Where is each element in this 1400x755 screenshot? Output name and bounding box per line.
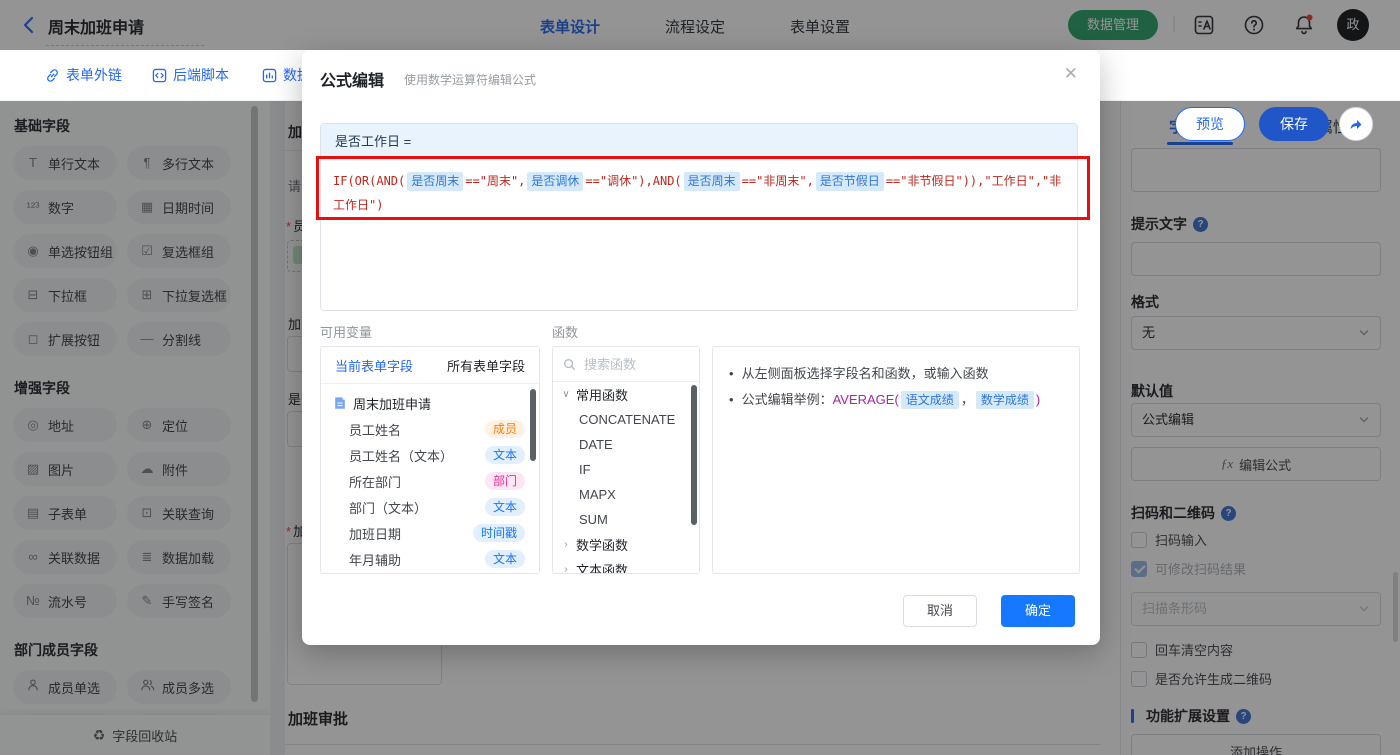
variables-panel: 当前表单字段 所有表单字段 周末加班申请 员工姓名成员 员工姓名（文本）文本 所… [320, 346, 540, 574]
function-item[interactable]: DATE [553, 432, 699, 457]
variable-row[interactable]: 部门（文本）文本 [321, 494, 539, 520]
search-icon [563, 358, 576, 371]
confirm-button[interactable]: 确定 [1001, 595, 1075, 627]
link-icon [45, 68, 60, 83]
variables-label: 可用变量 [320, 322, 372, 341]
function-group-math[interactable]: ›数学函数 [553, 532, 699, 557]
modal-title: 公式编辑 [320, 67, 384, 91]
type-badge: 时间戳 [473, 524, 525, 542]
type-badge: 成员 [485, 420, 525, 438]
formula-help-panel: •从左侧面板选择字段名和函数，或输入函数 • 公式编辑举例：AVERAGE(语文… [712, 346, 1080, 574]
chevron-down-icon: ∨ [561, 389, 571, 400]
share-arrow-icon [1348, 116, 1364, 132]
close-icon[interactable]: ✕ [1064, 64, 1078, 84]
function-item[interactable]: SUM [553, 507, 699, 532]
field-token[interactable]: 是否周末 [407, 172, 463, 191]
chevron-right-icon: › [561, 539, 571, 550]
function-item[interactable]: IF [553, 457, 699, 482]
function-item[interactable]: MAPX [553, 482, 699, 507]
backend-script-link[interactable]: 后端脚本 [152, 65, 229, 85]
cancel-button[interactable]: 取消 [903, 595, 977, 627]
type-badge: 文本 [485, 498, 525, 516]
variable-row[interactable]: 所在部门部门 [321, 468, 539, 494]
modal-overlay[interactable] [0, 0, 1400, 50]
formula-line-2: 工作日") [333, 193, 1065, 217]
tab-current-form-fields[interactable]: 当前表单字段 [335, 356, 413, 375]
help-line-2: • 公式编辑举例：AVERAGE(语文成绩，数学成绩) [729, 387, 1063, 413]
function-item[interactable]: CONCATENATE [553, 407, 699, 432]
preview-button[interactable]: 预览 [1175, 107, 1245, 141]
field-token[interactable]: 是否周末 [684, 172, 740, 191]
variables-tabs: 当前表单字段 所有表单字段 [321, 347, 539, 384]
chevron-right-icon: › [561, 564, 571, 574]
formula-target-header: 是否工作日 = [321, 124, 1077, 160]
code-icon [152, 68, 167, 83]
type-badge: 部门 [485, 472, 525, 490]
formula-editor[interactable]: 是否工作日 = IF(OR(AND(是否周末=="周末",是否调休=="调休")… [320, 123, 1078, 311]
formula-line-1: IF(OR(AND(是否周末=="周末",是否调休=="调休"),AND(是否周… [333, 169, 1065, 193]
function-search[interactable] [553, 347, 699, 382]
share-button[interactable] [1339, 107, 1373, 141]
formula-editor-modal: 公式编辑 使用数学运算符编辑公式 ✕ 是否工作日 = IF(OR(AND(是否周… [302, 50, 1100, 645]
form-file-icon [333, 396, 347, 410]
variable-row[interactable]: 员工姓名（文本）文本 [321, 442, 539, 468]
example-field-token: 语文成绩 [901, 391, 959, 409]
formula-body[interactable]: IF(OR(AND(是否周末=="周末",是否调休=="调休"),AND(是否周… [321, 160, 1077, 226]
variable-row[interactable]: 年月辅助文本 [321, 546, 539, 572]
variable-row[interactable]: 加班日期时间戳 [321, 520, 539, 546]
save-button[interactable]: 保存 [1259, 107, 1329, 141]
type-badge: 文本 [485, 446, 525, 464]
form-external-link[interactable]: 表单外链 [45, 65, 122, 85]
modal-subtitle: 使用数学运算符编辑公式 [404, 71, 536, 88]
variable-row[interactable]: 员工姓名成员 [321, 416, 539, 442]
functions-label: 函数 [552, 322, 578, 341]
functions-panel: ∨常用函数 CONCATENATE DATE IF MAPX SUM ›数学函数… [552, 346, 700, 574]
example-field-token: 数学成绩 [976, 391, 1034, 409]
field-token[interactable]: 是否节假日 [816, 172, 884, 191]
function-group-text[interactable]: ›文本函数 [553, 557, 699, 574]
variables-scrollbar[interactable] [530, 389, 536, 461]
help-line-1: •从左侧面板选择字段名和函数，或输入函数 [729, 361, 1063, 387]
field-token[interactable]: 是否调休 [527, 172, 583, 191]
functions-scrollbar[interactable] [691, 385, 697, 525]
data-permission-icon [262, 68, 277, 83]
variables-root-node[interactable]: 周末加班申请 [321, 390, 539, 416]
tab-all-form-fields[interactable]: 所有表单字段 [447, 356, 525, 375]
function-group-common[interactable]: ∨常用函数 [553, 382, 699, 407]
app-window: 周末加班申请 表单设计 流程设定 表单设置 数据管理 | [0, 0, 1400, 755]
function-search-input[interactable] [582, 356, 686, 373]
example-function-name: AVERAGE( [833, 392, 899, 407]
type-badge: 文本 [485, 550, 525, 568]
